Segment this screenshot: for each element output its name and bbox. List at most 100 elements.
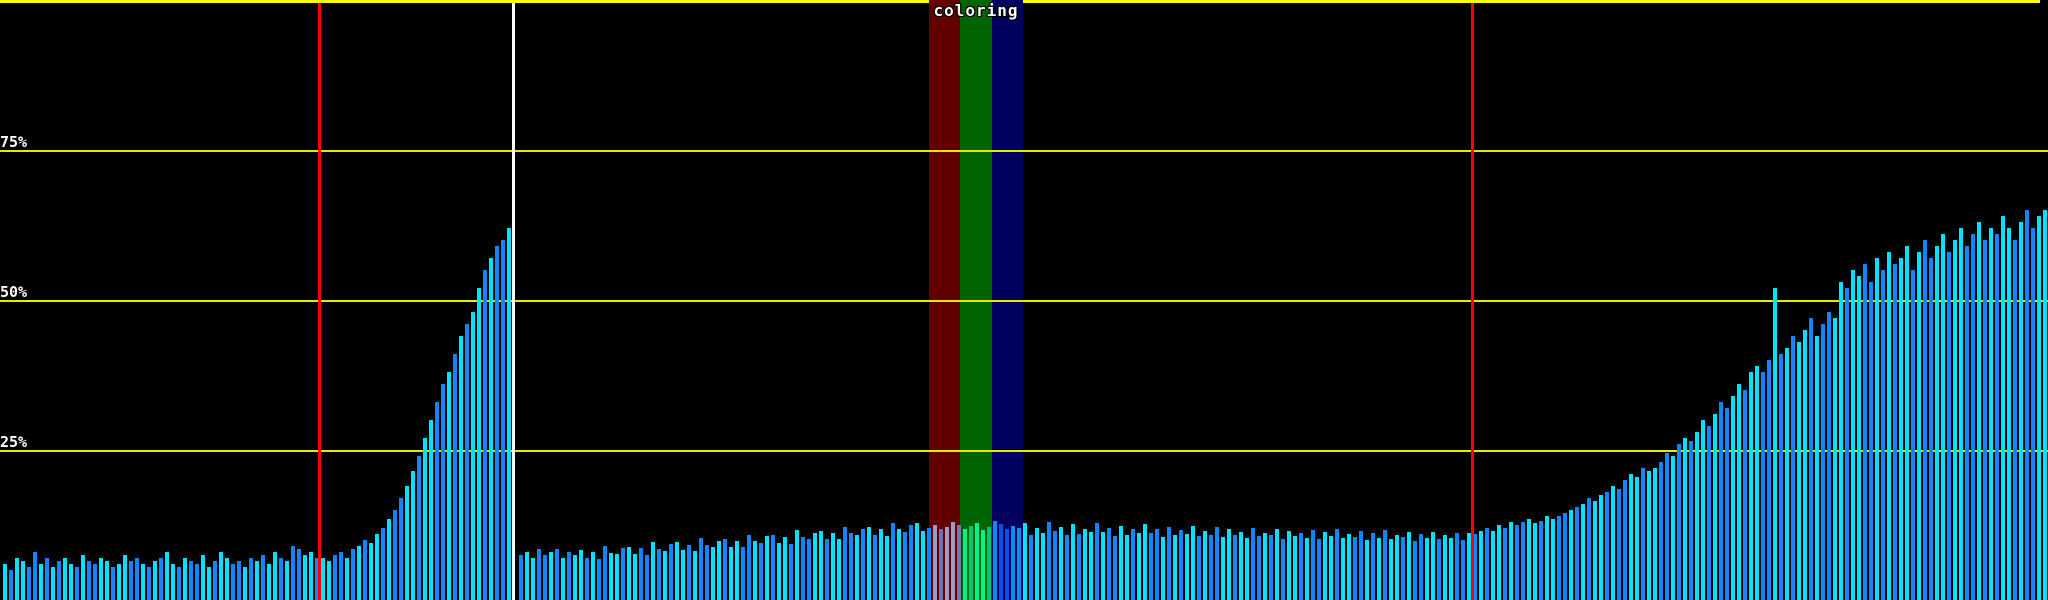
histogram-bar [261, 555, 265, 600]
histogram-bar [1893, 264, 1897, 600]
histogram-bar [1605, 492, 1609, 600]
histogram-bar [1065, 535, 1069, 600]
histogram-bar [759, 543, 763, 600]
histogram-bar [1443, 535, 1447, 600]
histogram-bar [1545, 516, 1549, 600]
histogram-bar [1911, 270, 1915, 600]
histogram-bar [1173, 535, 1177, 600]
histogram-bar [1485, 528, 1489, 600]
histogram-bar [1623, 480, 1627, 600]
histogram-bar [1785, 348, 1789, 600]
histogram-bar [2013, 240, 2017, 600]
histogram-bar [93, 564, 97, 600]
histogram-bar [807, 539, 811, 600]
histogram-bar [363, 540, 367, 600]
histogram-bar [1155, 529, 1159, 600]
histogram-bar [3, 564, 7, 600]
histogram-bar [57, 561, 61, 600]
histogram-bar [825, 539, 829, 600]
histogram-bar [741, 547, 745, 600]
histogram-bar [1029, 535, 1033, 600]
histogram-bar [837, 539, 841, 600]
histogram-bar [1347, 534, 1351, 600]
histogram-bar [1833, 318, 1837, 600]
histogram-bar [81, 555, 85, 600]
histogram-bar [537, 549, 541, 600]
histogram-bar [1119, 526, 1123, 600]
histogram-bar [1269, 535, 1273, 600]
histogram-bar [405, 486, 409, 600]
histogram-bar [1377, 538, 1381, 600]
histogram-bar [27, 567, 31, 600]
histogram-bar [789, 544, 793, 600]
histogram-bar [1479, 531, 1483, 600]
histogram-bar [201, 555, 205, 600]
histogram-bar [915, 523, 919, 600]
histogram-bar [1641, 468, 1645, 600]
histogram-bar [2031, 228, 2035, 600]
histogram-bar [1371, 533, 1375, 600]
histogram-chart: 75% 50% 25% coloring [0, 0, 2048, 600]
histogram-bar [1695, 432, 1699, 600]
histogram-bar [75, 567, 79, 600]
histogram-bar [1281, 539, 1285, 600]
histogram-bar [345, 558, 349, 600]
histogram-bar [927, 528, 931, 600]
histogram-bar [645, 555, 649, 600]
histogram-bar [9, 570, 13, 600]
histogram-bar [747, 535, 751, 600]
histogram-bar [1551, 519, 1555, 600]
histogram-bar [1587, 498, 1591, 600]
histogram-bar [1851, 270, 1855, 600]
histogram-bar [855, 535, 859, 600]
histogram-bar [771, 535, 775, 600]
histogram-bar [1731, 396, 1735, 600]
histogram-bar [963, 529, 967, 600]
histogram-bar [897, 529, 901, 600]
histogram-bar [531, 558, 535, 600]
histogram-bar [1935, 246, 1939, 600]
histogram-bar [1407, 532, 1411, 600]
histogram-bar [1095, 523, 1099, 600]
histogram-bar [1761, 372, 1765, 600]
histogram-bar [1965, 246, 1969, 600]
histogram-bar [1233, 535, 1237, 600]
histogram-bar [1395, 535, 1399, 600]
histogram-bar [1389, 539, 1393, 600]
histogram-bar [1329, 536, 1333, 600]
histogram-bar [1779, 354, 1783, 600]
histogram-bar [885, 536, 889, 600]
histogram-bar [1983, 240, 1987, 600]
histogram-bar [1569, 510, 1573, 600]
histogram-bar [1791, 336, 1795, 600]
histogram-bar [765, 536, 769, 600]
histogram-bar [1059, 527, 1063, 600]
histogram-bar [381, 528, 385, 600]
histogram-bar [1887, 252, 1891, 600]
histogram-bar [903, 532, 907, 600]
histogram-bar [2007, 228, 2011, 600]
histogram-bar [1899, 258, 1903, 600]
histogram-bar [1563, 513, 1567, 600]
histogram-bar [1635, 477, 1639, 600]
histogram-bar [507, 228, 511, 600]
histogram-bar [483, 270, 487, 600]
histogram-bar [129, 561, 133, 600]
histogram-bar [957, 525, 961, 600]
red-marker-line-2 [1471, 3, 1474, 600]
gridline-50 [0, 300, 2048, 302]
histogram-bar [1617, 489, 1621, 600]
histogram-bar [1809, 318, 1813, 600]
histogram-bar [477, 288, 481, 600]
histogram-bar [2037, 216, 2041, 600]
histogram-bar [489, 258, 493, 600]
histogram-bar [51, 567, 55, 600]
histogram-bar [1611, 486, 1615, 600]
histogram-bar [1275, 529, 1279, 600]
histogram-bar [1143, 524, 1147, 600]
histogram-bar [1125, 535, 1129, 600]
histogram-bar [1197, 536, 1201, 600]
histogram-bar [1419, 534, 1423, 600]
histogram-bar [843, 527, 847, 600]
histogram-bar [1515, 525, 1519, 600]
